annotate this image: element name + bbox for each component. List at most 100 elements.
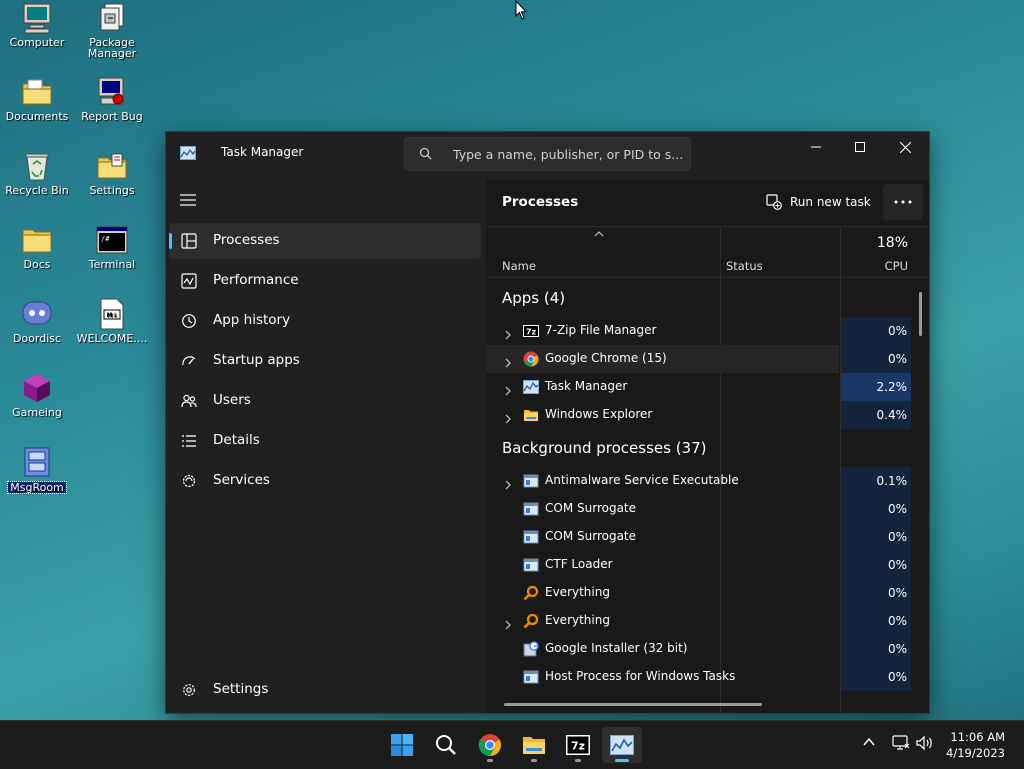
expand-chevron-icon[interactable]	[504, 409, 512, 428]
search-input[interactable]	[451, 144, 685, 164]
taskbar-file-explorer-button[interactable]	[514, 727, 554, 763]
taskbar-task-manager-button[interactable]	[602, 727, 642, 763]
sidebar-item-services[interactable]: Services	[169, 463, 481, 499]
sidebar-item-label: Performance	[213, 272, 299, 288]
volume-icon[interactable]	[916, 735, 934, 751]
sidebar-item-performance[interactable]: Performance	[169, 263, 481, 299]
process-row[interactable]: Task Manager 2.2%	[486, 373, 912, 401]
google-installer-icon	[523, 641, 539, 657]
taskbar-search-button[interactable]	[426, 727, 466, 763]
process-name: 7-Zip File Manager	[545, 323, 657, 337]
column-cpu[interactable]: CPU	[885, 259, 908, 273]
desktop-icon-msgroom[interactable]: MsgRoom	[0, 446, 74, 494]
expand-chevron-icon[interactable]	[504, 353, 512, 372]
expand-chevron-icon[interactable]	[504, 381, 512, 400]
process-row[interactable]: Everything 0%	[486, 607, 912, 635]
desktop-icon-label: Docs	[23, 258, 51, 271]
close-icon	[899, 141, 911, 153]
show-hidden-icons-chevron-icon[interactable]	[862, 735, 876, 749]
group-header-background: Background processes (37)	[502, 439, 707, 457]
desktop-icon-doordisc[interactable]: Doordisc	[0, 298, 74, 344]
process-name: CTF Loader	[545, 557, 613, 571]
cpu-value: 0%	[887, 324, 907, 338]
cpu-value: 0.1%	[876, 474, 908, 488]
search-box[interactable]	[404, 137, 691, 171]
more-options-button[interactable]	[883, 184, 923, 220]
clock-date: 4/19/2023	[946, 746, 1005, 760]
task-manager-icon	[523, 379, 539, 395]
recycle-bin-icon	[21, 150, 53, 182]
horizontal-scrollbar[interactable]	[504, 703, 762, 706]
run-new-task-button[interactable]: Run new task	[766, 190, 871, 214]
sidebar-item-settings[interactable]: Settings	[169, 672, 481, 708]
running-indicator	[575, 759, 581, 762]
taskbar-chrome-button[interactable]	[470, 727, 510, 763]
process-row[interactable]: CTF Loader 0%	[486, 551, 912, 579]
vertical-scrollbar[interactable]	[919, 292, 922, 336]
maximize-button[interactable]	[837, 132, 883, 162]
desktop-icon-docs[interactable]: Docs	[0, 224, 74, 270]
process-name: Everything	[545, 613, 610, 627]
minimize-icon	[811, 146, 821, 148]
cpu-value: 0%	[887, 558, 907, 572]
cpu-value: 0.4%	[876, 408, 908, 422]
desktop-icon-documents[interactable]: Documents	[0, 76, 74, 122]
sidebar-item-startup-apps[interactable]: Startup apps	[169, 343, 481, 379]
sidebar-item-users[interactable]: Users	[169, 383, 481, 419]
cpu-value: 0%	[887, 642, 907, 656]
expand-chevron-icon[interactable]	[504, 475, 512, 494]
7zip-icon: 7z	[566, 735, 590, 755]
desktop-icon-label: WELCOME....	[76, 332, 148, 345]
desktop-icon-settings[interactable]: Settings	[75, 150, 149, 196]
cpu-value: 0%	[887, 670, 907, 684]
msgroom-icon	[21, 446, 53, 478]
desktop-icon-label: Documents	[5, 110, 69, 123]
process-row[interactable]: Everything 0%	[486, 579, 912, 607]
process-name: Google Installer (32 bit)	[545, 641, 688, 655]
mouse-cursor-icon	[515, 0, 527, 20]
desktop-icon-package-manager[interactable]: Package Manager	[75, 2, 149, 59]
column-name[interactable]: Name	[502, 259, 536, 273]
process-row[interactable]: Google Installer (32 bit) 0%	[486, 635, 912, 663]
desktop-icon-label: Terminal	[88, 258, 136, 271]
expand-chevron-icon[interactable]	[504, 615, 512, 634]
clock[interactable]: 11:06 AM 4/19/2023	[946, 729, 1005, 761]
desktop-icon-gameing[interactable]: Gameing	[0, 372, 74, 418]
cpu-value: 0%	[887, 614, 907, 628]
close-button[interactable]	[882, 132, 928, 162]
process-row[interactable]: COM Surrogate 0%	[486, 495, 912, 523]
process-row[interactable]: COM Surrogate 0%	[486, 523, 912, 551]
sidebar-item-details[interactable]: Details	[169, 423, 481, 459]
process-row[interactable]: Google Chrome (15) 0%	[486, 345, 912, 373]
process-name: Antimalware Service Executable	[545, 473, 739, 487]
desktop-icon-computer[interactable]: Computer	[0, 2, 74, 48]
active-indicator	[615, 759, 629, 762]
desktop-icon-terminal[interactable]: /# Terminal	[75, 224, 149, 270]
title-bar[interactable]: Task Manager	[166, 132, 929, 180]
active-indicator	[169, 233, 172, 249]
start-button[interactable]	[382, 727, 422, 763]
expand-chevron-icon[interactable]	[504, 325, 512, 344]
sidebar-item-app-history[interactable]: App history	[169, 303, 481, 339]
process-name: COM Surrogate	[545, 529, 637, 543]
service-icon	[523, 501, 539, 517]
process-row[interactable]: 7z 7-Zip File Manager 0%	[486, 317, 912, 345]
taskbar-7zip-button[interactable]: 7z	[558, 727, 598, 763]
desktop-icon-report-bug[interactable]: Report Bug	[75, 76, 149, 122]
network-icon[interactable]	[892, 735, 910, 751]
desktop-icon-recycle-bin[interactable]: Recycle Bin	[0, 150, 74, 196]
minimize-button[interactable]	[793, 132, 839, 162]
folder-icon	[21, 224, 53, 256]
desktop-icon-welcome[interactable]: M↓ WELCOME....	[75, 298, 149, 344]
sidebar-item-processes[interactable]: Processes	[169, 223, 481, 259]
process-row[interactable]: Windows Explorer 0.4%	[486, 401, 912, 429]
report-bug-icon	[96, 76, 128, 108]
process-row[interactable]: Host Process for Windows Tasks 0%	[486, 663, 912, 691]
startup-apps-icon	[181, 353, 197, 369]
column-status[interactable]: Status	[726, 259, 763, 273]
svg-text:/#: /#	[101, 235, 110, 243]
desktop-icon-label: Package Manager	[87, 36, 137, 60]
process-row[interactable]: Antimalware Service Executable 0.1%	[486, 467, 912, 495]
performance-icon	[181, 273, 197, 289]
hamburger-menu-icon[interactable]	[179, 193, 197, 207]
